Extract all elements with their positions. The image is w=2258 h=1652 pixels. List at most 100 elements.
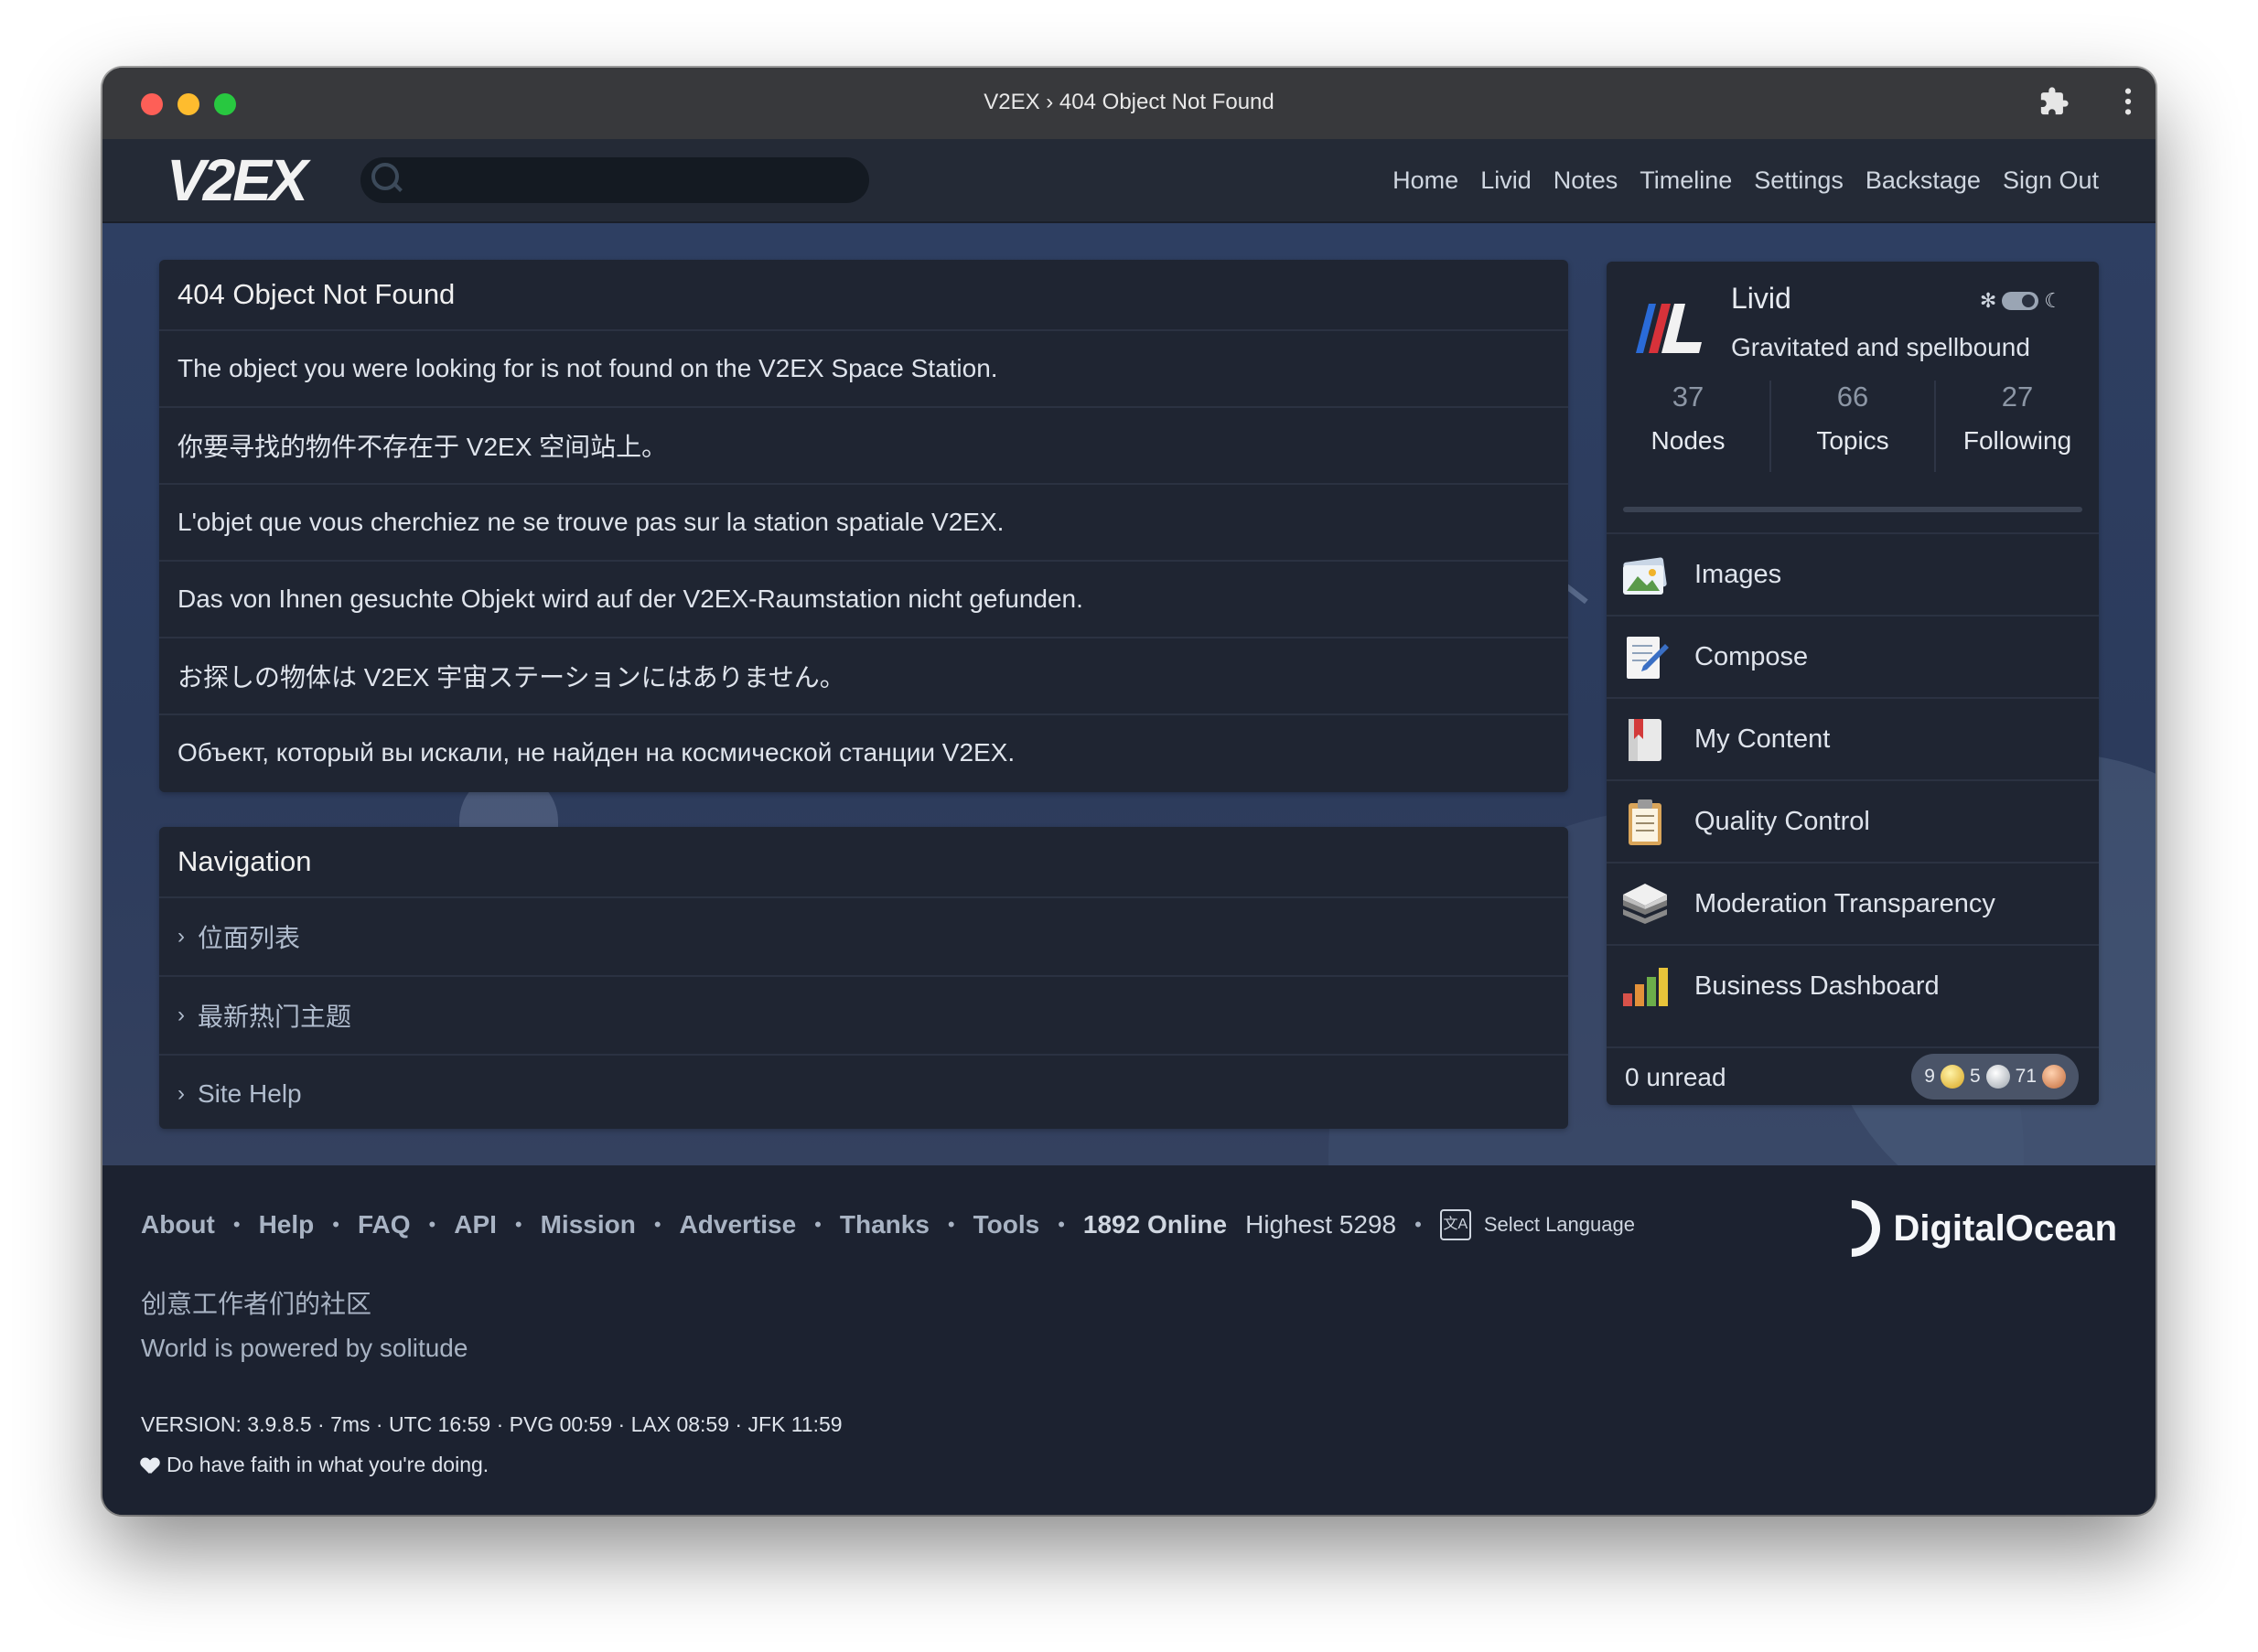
- footer-links: About • Help • FAQ • API • Mission • Adv…: [141, 1209, 1635, 1240]
- nav-link-site-help[interactable]: › Site Help: [159, 1056, 1568, 1132]
- nav-settings[interactable]: Settings: [1754, 166, 1844, 195]
- theme-toggle[interactable]: [2002, 292, 2039, 310]
- error-title: 404 Object Not Found: [159, 260, 1568, 331]
- menu-item-moderation-transparency[interactable]: Moderation Transparency: [1607, 862, 2099, 944]
- slogan-chinese: 创意工作者们的社区: [141, 1290, 372, 1318]
- footer-link-thanks[interactable]: Thanks: [840, 1210, 930, 1239]
- error-box: 404 Object Not Found The object you were…: [159, 260, 1568, 792]
- user-tagline: Gravitated and spellbound: [1731, 333, 2030, 361]
- search-input[interactable]: [412, 165, 855, 198]
- moon-icon: ☾: [2044, 289, 2062, 312]
- slogan-english: World is powered by solitude: [141, 1334, 468, 1362]
- silver-count: 5: [1969, 1066, 1981, 1087]
- sun-icon: ✻: [1979, 289, 1997, 312]
- unread-notifications[interactable]: 0 unread: [1625, 1063, 1726, 1092]
- digitalocean-icon: [1812, 1188, 1893, 1269]
- nav-backstage[interactable]: Backstage: [1866, 166, 1981, 195]
- menu-item-business-dashboard[interactable]: Business Dashboard: [1607, 944, 2099, 1026]
- site-logo[interactable]: V2EX: [167, 146, 308, 214]
- compose-icon: [1619, 631, 1671, 682]
- separator-dot: •: [814, 1213, 822, 1236]
- site-footer: About • Help • FAQ • API • Mission • Adv…: [102, 1165, 2156, 1515]
- footer-link-tools[interactable]: Tools: [973, 1210, 1040, 1239]
- bronze-coin-icon: [2042, 1065, 2066, 1089]
- stat-nodes[interactable]: 37 Nodes: [1607, 381, 1771, 472]
- progress-bar: [1623, 507, 2082, 512]
- separator-dot: •: [514, 1213, 522, 1236]
- nav-notes[interactable]: Notes: [1554, 166, 1618, 195]
- menu-item-compose[interactable]: Compose: [1607, 615, 2099, 697]
- heart-icon: [141, 1456, 159, 1475]
- nav-sign-out[interactable]: Sign Out: [2003, 166, 2099, 195]
- navigation-box: Navigation › 位面列表 › 最新热门主题 › Site Help: [159, 827, 1568, 1129]
- main-content: 404 Object Not Found The object you were…: [102, 223, 2156, 1165]
- menu-item-label: My Content: [1694, 724, 1831, 754]
- window-title: V2EX › 404 Object Not Found: [984, 90, 1274, 114]
- stat-topics[interactable]: 66 Topics: [1771, 381, 1936, 472]
- menu-item-my-content[interactable]: My Content: [1607, 697, 2099, 779]
- bronze-count: 71: [2015, 1066, 2037, 1087]
- nav-livid[interactable]: Livid: [1480, 166, 1532, 195]
- footer-link-advertise[interactable]: Advertise: [680, 1210, 797, 1239]
- top-nav: Home Livid Notes Timeline Settings Backs…: [1392, 166, 2099, 195]
- user-stats: 37 Nodes 66 Topics 27 Following: [1607, 381, 2099, 472]
- bar-chart-icon: [1619, 960, 1671, 1012]
- faith-text: Do have faith in what you're doing.: [167, 1453, 489, 1476]
- sidebar-footer: 0 unread 9 5 71: [1607, 1046, 2099, 1107]
- menu-item-images[interactable]: Images: [1607, 532, 2099, 615]
- footer-link-api[interactable]: API: [454, 1210, 497, 1239]
- footer-link-mission[interactable]: Mission: [541, 1210, 636, 1239]
- browser-window: V2EX › 404 Object Not Found V2EX Home Li…: [102, 68, 2156, 1515]
- version-info: VERSION: 3.9.8.5 · 7ms · UTC 16:59 · PVG…: [141, 1412, 843, 1436]
- menu-item-label: Quality Control: [1694, 806, 1870, 836]
- highest-online: Highest 5298: [1245, 1210, 1397, 1239]
- error-message-zh: 你要寻找的物件不存在于 V2EX 空间站上。: [159, 408, 1568, 485]
- error-message-ja: お探しの物体は V2EX 宇宙ステーションにはありません。: [159, 638, 1568, 715]
- chevron-right-icon: ›: [177, 924, 185, 949]
- search-icon: [371, 163, 399, 190]
- chevron-right-icon: ›: [177, 1003, 185, 1027]
- title-bar: V2EX › 404 Object Not Found: [102, 68, 2156, 141]
- stat-value: 37: [1672, 381, 1704, 413]
- stat-following[interactable]: 27 Following: [1936, 381, 2099, 472]
- stat-label: Nodes: [1650, 426, 1726, 455]
- chevron-right-icon: ›: [177, 1081, 185, 1106]
- user-name[interactable]: Livid: [1731, 282, 1791, 316]
- nav-timeline[interactable]: Timeline: [1640, 166, 1732, 195]
- menu-item-quality-control[interactable]: Quality Control: [1607, 779, 2099, 862]
- avatar[interactable]: [1629, 289, 1705, 366]
- more-options-icon[interactable]: [2123, 86, 2134, 124]
- nav-link-hot-topics[interactable]: › 最新热门主题: [159, 977, 1568, 1056]
- menu-item-label: Images: [1694, 559, 1782, 589]
- faith-line: Do have faith in what you're doing.: [141, 1453, 489, 1477]
- balance-badge[interactable]: 9 5 71: [1911, 1054, 2079, 1100]
- separator-dot: •: [1414, 1213, 1422, 1236]
- language-selector[interactable]: 文A Select Language: [1439, 1209, 1635, 1240]
- theme-switch[interactable]: ✻ ☾: [1980, 289, 2062, 313]
- nav-link-label: Site Help: [198, 1079, 302, 1108]
- language-label: Select Language: [1483, 1213, 1635, 1236]
- stat-label: Following: [1962, 426, 2072, 455]
- menu-item-label: Moderation Transparency: [1694, 888, 1995, 918]
- footer-link-about[interactable]: About: [141, 1210, 215, 1239]
- user-sidebar: Livid Gravitated and spellbound ✻ ☾ 37 N…: [1607, 262, 2099, 1105]
- site-header: V2EX Home Livid Notes Timeline Settings …: [102, 139, 2156, 223]
- navigation-title: Navigation: [159, 827, 1568, 898]
- images-icon: [1619, 549, 1671, 600]
- extensions-puzzle-icon[interactable]: [2038, 86, 2070, 124]
- gold-count: 9: [1924, 1066, 1935, 1087]
- nav-link-label: 位面列表: [198, 924, 301, 952]
- error-message-de: Das von Ihnen gesuchte Objekt wird auf d…: [159, 562, 1568, 638]
- footer-link-faq[interactable]: FAQ: [358, 1210, 411, 1239]
- bookmark-book-icon: [1619, 713, 1671, 765]
- footer-link-help[interactable]: Help: [259, 1210, 315, 1239]
- separator-dot: •: [232, 1213, 241, 1236]
- separator-dot: •: [653, 1213, 661, 1236]
- menu-item-label: Compose: [1694, 641, 1809, 671]
- error-message-ru: Объект, который вы искали, не найден на …: [177, 738, 1016, 767]
- digitalocean-logo[interactable]: DigitalOcean: [1812, 1188, 2117, 1269]
- online-count[interactable]: 1892 Online: [1083, 1210, 1227, 1239]
- menu-item-label: Business Dashboard: [1694, 971, 1940, 1001]
- nav-link-planes[interactable]: › 位面列表: [159, 898, 1568, 977]
- nav-home[interactable]: Home: [1392, 166, 1458, 195]
